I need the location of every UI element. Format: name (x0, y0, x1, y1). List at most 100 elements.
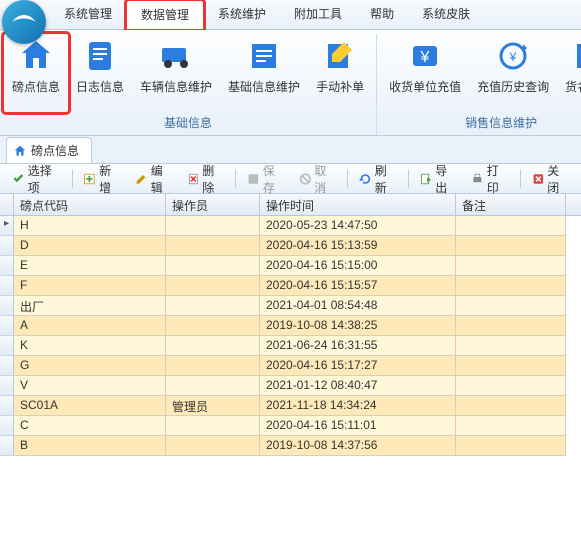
basic-info-button[interactable]: 基础信息维护 (220, 34, 308, 112)
manual-order-button[interactable]: 手动补单 (308, 34, 372, 112)
export-button[interactable]: 导出 (414, 159, 464, 199)
cell-time: 2020-04-16 15:15:57 (260, 276, 456, 296)
table-row[interactable]: B 2019-10-08 14:37:56 (0, 436, 581, 456)
close-icon (532, 172, 545, 186)
table-row[interactable]: E2020-04-16 15:15:00 (0, 256, 581, 276)
cell-time: 2020-05-23 14:47:50 (260, 216, 456, 236)
export-icon (420, 172, 433, 186)
refresh-button[interactable]: 刷新 (353, 159, 403, 199)
select-button[interactable]: 选择项 (6, 159, 67, 199)
vehicle-info-button[interactable]: 车辆信息维护 (132, 34, 220, 112)
cell-code: K (14, 336, 166, 356)
cell-code: A (14, 316, 166, 336)
menu-5[interactable]: 系统皮肤 (408, 0, 484, 29)
basic-info-icon (246, 38, 282, 74)
cell-operator (166, 236, 260, 256)
recharge-history-button[interactable]: ¥充值历史查询 (469, 34, 557, 112)
cell-code: B (14, 436, 166, 456)
table-row[interactable]: V2021-01-12 08:40:47 (0, 376, 581, 396)
recharge-history-icon: ¥ (495, 38, 531, 74)
add-button[interactable]: 新增 (77, 159, 127, 199)
cancel-button[interactable]: 取消 (293, 159, 343, 199)
cell-code: V (14, 376, 166, 396)
cell-operator (166, 336, 260, 356)
cell-operator (166, 316, 260, 336)
grid-body[interactable]: ▸H2020-05-23 14:47:50D2020-04-16 15:13:5… (0, 216, 581, 556)
recharge-button[interactable]: ¥收货单位充值 (381, 34, 469, 112)
cell-note (456, 396, 566, 416)
cell-note (456, 296, 566, 316)
print-icon (471, 172, 484, 186)
refresh-icon (359, 172, 372, 186)
col-note[interactable]: 备注 (456, 194, 566, 215)
cell-operator (166, 356, 260, 376)
close-button[interactable]: 关闭 (526, 159, 576, 199)
cell-code: 出厂 (14, 296, 166, 316)
pencil-icon (135, 172, 148, 186)
table-row[interactable]: F 2020-04-16 15:15:57 (0, 276, 581, 296)
cell-operator: 管理员 (166, 396, 260, 416)
cell-code: H (14, 216, 166, 236)
cell-operator (166, 216, 260, 236)
save-button[interactable]: 保存 (241, 159, 291, 199)
cell-operator (166, 416, 260, 436)
cell-time: 2020-04-16 15:13:59 (260, 236, 456, 256)
check-icon (12, 172, 25, 186)
cell-note (456, 336, 566, 356)
svg-text:¥: ¥ (509, 50, 517, 64)
menubar: 系统管理数据管理系统维护附加工具帮助系统皮肤 (0, 0, 581, 30)
print-button[interactable]: 打印 (465, 159, 515, 199)
ribbon-group-0: 磅点信息日志信息车辆信息维护基础信息维护手动补单基础信息 (0, 34, 377, 135)
col-code[interactable]: 磅点代码 (14, 194, 166, 215)
manual-order-icon (322, 38, 358, 74)
delete-icon (187, 172, 200, 186)
vehicle-info-icon (158, 38, 194, 74)
cell-code: C (14, 416, 166, 436)
table-row[interactable]: D 2020-04-16 15:13:59 (0, 236, 581, 256)
cell-operator (166, 296, 260, 316)
goods-maint-button[interactable]: 货名维护 (557, 34, 581, 112)
grid-header: 磅点代码 操作员 操作时间 备注 (0, 194, 581, 216)
save-icon (247, 172, 260, 186)
cell-note (456, 216, 566, 236)
log-info-button[interactable]: 日志信息 (68, 34, 132, 112)
table-row[interactable]: A2019-10-08 14:38:25 (0, 316, 581, 336)
table-row[interactable]: C2020-04-16 15:11:01 (0, 416, 581, 436)
cell-time: 2021-06-24 16:31:55 (260, 336, 456, 356)
cell-time: 2020-04-16 15:17:27 (260, 356, 456, 376)
tab-label: 磅点信息 (31, 142, 79, 159)
cell-code: SC01A (14, 396, 166, 416)
table-row[interactable]: SC01A管理员2021-11-18 14:34:24 (0, 396, 581, 416)
cell-time: 2019-10-08 14:37:56 (260, 436, 456, 456)
cell-note (456, 236, 566, 256)
station-info-button[interactable]: 磅点信息 (4, 34, 68, 112)
cell-note (456, 316, 566, 336)
log-info-icon (82, 38, 118, 74)
goods-maint-icon (571, 38, 581, 74)
table-row[interactable]: G2020-04-16 15:17:27 (0, 356, 581, 376)
menu-4[interactable]: 帮助 (356, 0, 408, 29)
menu-0[interactable]: 系统管理 (50, 0, 126, 29)
table-row[interactable]: K 2021-06-24 16:31:55 (0, 336, 581, 356)
menu-1[interactable]: 数据管理 (126, 0, 204, 30)
cell-note (456, 276, 566, 296)
delete-button[interactable]: 删除 (181, 159, 231, 199)
plus-icon (83, 172, 96, 186)
cell-operator (166, 376, 260, 396)
cell-time: 2020-04-16 15:15:00 (260, 256, 456, 276)
menu-3[interactable]: 附加工具 (280, 0, 356, 29)
col-time[interactable]: 操作时间 (260, 194, 456, 215)
table-row[interactable]: ▸H2020-05-23 14:47:50 (0, 216, 581, 236)
menu-2[interactable]: 系统维护 (204, 0, 280, 29)
col-operator[interactable]: 操作员 (166, 194, 260, 215)
table-row[interactable]: 出厂2021-04-01 08:54:48 (0, 296, 581, 316)
app-logo (2, 0, 46, 44)
edit-button[interactable]: 编辑 (129, 159, 179, 199)
cell-code: D (14, 236, 166, 256)
ribbon-group-label: 销售信息维护 (465, 112, 537, 135)
cell-note (456, 416, 566, 436)
home-icon (13, 144, 27, 158)
recharge-icon: ¥ (407, 38, 443, 74)
cell-code: F (14, 276, 166, 296)
cell-operator (166, 436, 260, 456)
